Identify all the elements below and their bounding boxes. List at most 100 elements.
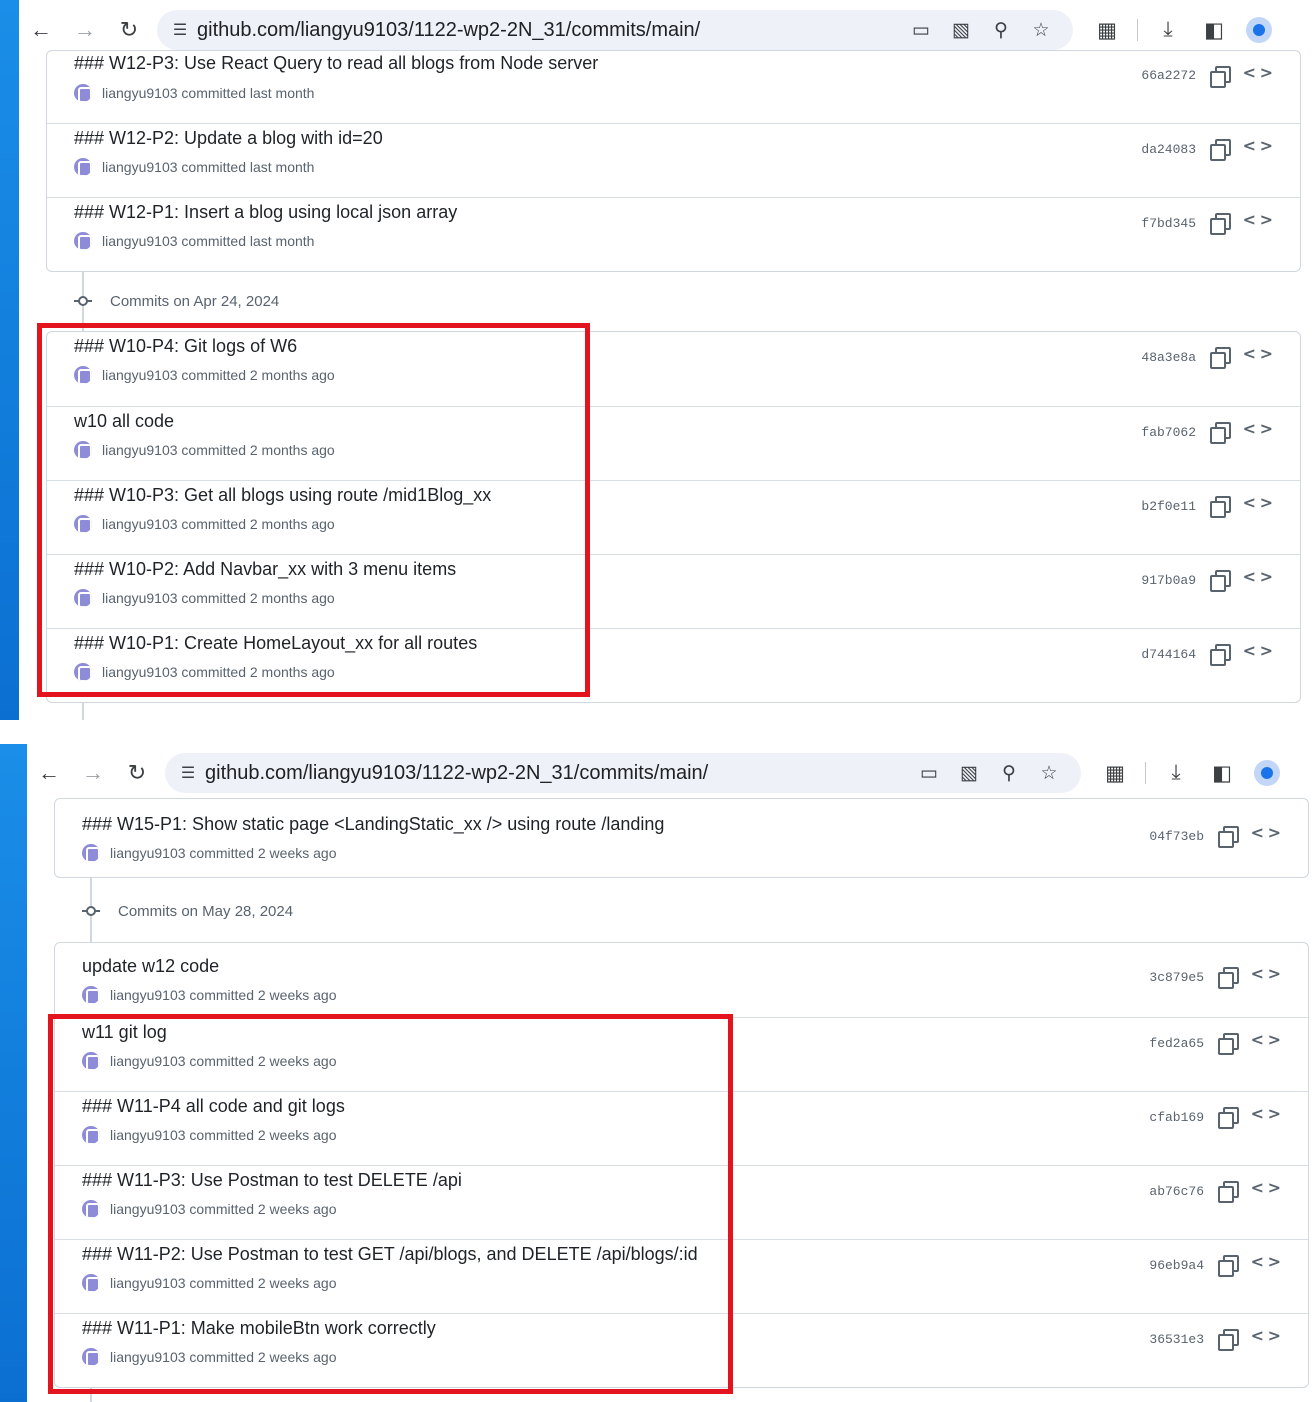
copy-icon[interactable]: [1208, 138, 1231, 161]
copy-icon[interactable]: [1208, 346, 1231, 369]
code-brackets-icon[interactable]: < >: [1243, 641, 1273, 660]
code-brackets-icon[interactable]: < >: [1243, 210, 1273, 229]
address-bar[interactable]: ☰ github.com/liangyu9103/1122-wp2-2N_31/…: [157, 10, 1073, 50]
commit-time: committed last month: [181, 159, 315, 175]
code-brackets-icon[interactable]: < >: [1251, 1030, 1281, 1049]
commit-sha[interactable]: d744164: [1141, 647, 1196, 662]
copy-icon[interactable]: [1216, 1032, 1239, 1055]
code-brackets-icon[interactable]: < >: [1243, 419, 1273, 438]
commit-meta: liangyu9103 committed last month: [74, 84, 314, 102]
highlight-box: [37, 323, 590, 697]
puzzle-icon[interactable]: ▦: [1085, 10, 1129, 50]
zoom-icon[interactable]: ⚲: [991, 755, 1027, 791]
commit-sha[interactable]: fab7062: [1141, 425, 1196, 440]
commit-title[interactable]: ### W12-P1: Insert a blog using local js…: [74, 202, 457, 223]
copy-icon[interactable]: [1216, 1254, 1239, 1277]
code-brackets-icon[interactable]: < >: [1243, 63, 1273, 82]
commit-author[interactable]: liangyu9103: [110, 845, 186, 861]
profile-icon[interactable]: [1246, 17, 1272, 43]
forward-icon[interactable]: →: [63, 10, 107, 50]
copy-icon[interactable]: [1216, 825, 1239, 848]
code-brackets-icon[interactable]: < >: [1243, 567, 1273, 586]
back-icon[interactable]: ←: [27, 753, 71, 793]
code-brackets-icon[interactable]: < >: [1251, 964, 1281, 983]
copy-icon[interactable]: [1216, 1328, 1239, 1351]
user-avatar-icon[interactable]: [74, 232, 92, 250]
translate-icon[interactable]: ▧: [943, 12, 979, 48]
install-app-icon[interactable]: ▭: [911, 755, 947, 791]
translate-icon[interactable]: ▧: [951, 755, 987, 791]
commit-sha[interactable]: ab76c76: [1149, 1184, 1204, 1199]
commit-title[interactable]: update w12 code: [82, 956, 219, 977]
commit-row[interactable]: update w12 code liangyu9103 committed 2 …: [55, 943, 1308, 1017]
commit-row[interactable]: ### W12-P1: Insert a blog using local js…: [47, 197, 1300, 271]
url-text[interactable]: github.com/liangyu9103/1122-wp2-2N_31/co…: [205, 762, 911, 785]
commit-row[interactable]: ### W15-P1: Show static page <LandingSta…: [55, 799, 1308, 877]
commit-sha[interactable]: b2f0e11: [1141, 499, 1196, 514]
download-icon[interactable]: ⤓: [1146, 10, 1190, 50]
site-info-icon[interactable]: ☰: [163, 10, 197, 50]
user-avatar-icon[interactable]: [74, 158, 92, 176]
commit-sha[interactable]: 04f73eb: [1149, 829, 1204, 844]
side-panel-icon[interactable]: ◧: [1200, 753, 1244, 793]
user-avatar-icon[interactable]: [74, 84, 92, 102]
code-brackets-icon[interactable]: < >: [1251, 1178, 1281, 1197]
commit-sha[interactable]: 96eb9a4: [1149, 1258, 1204, 1273]
code-brackets-icon[interactable]: < >: [1251, 1104, 1281, 1123]
commit-time: committed last month: [181, 85, 315, 101]
download-icon[interactable]: ⤓: [1154, 753, 1198, 793]
commit-sha[interactable]: 36531e3: [1149, 1332, 1204, 1347]
commit-author[interactable]: liangyu9103: [102, 233, 178, 249]
commit-group: ### W15-P1: Show static page <LandingSta…: [54, 798, 1309, 878]
commit-author[interactable]: liangyu9103: [110, 987, 186, 1003]
code-brackets-icon[interactable]: < >: [1251, 823, 1281, 842]
copy-icon[interactable]: [1208, 569, 1231, 592]
forward-icon[interactable]: →: [71, 753, 115, 793]
profile-icon[interactable]: [1254, 760, 1280, 786]
commit-title[interactable]: ### W15-P1: Show static page <LandingSta…: [82, 814, 664, 835]
commit-sha[interactable]: 66a2272: [1141, 68, 1196, 83]
copy-icon[interactable]: [1208, 643, 1231, 666]
site-info-icon[interactable]: ☰: [171, 753, 205, 793]
side-panel-icon[interactable]: ◧: [1192, 10, 1236, 50]
back-icon[interactable]: ←: [19, 10, 63, 50]
url-text[interactable]: github.com/liangyu9103/1122-wp2-2N_31/co…: [197, 19, 903, 42]
commit-sha[interactable]: f7bd345: [1141, 216, 1196, 231]
commit-row[interactable]: ### W12-P3: Use React Query to read all …: [47, 51, 1300, 123]
reload-icon[interactable]: ↻: [115, 753, 159, 793]
user-avatar-icon[interactable]: [82, 844, 100, 862]
commit-sha[interactable]: 48a3e8a: [1141, 350, 1196, 365]
copy-icon[interactable]: [1216, 966, 1239, 989]
git-commit-icon: [82, 902, 100, 920]
commit-author[interactable]: liangyu9103: [102, 85, 178, 101]
star-icon[interactable]: ☆: [1023, 12, 1059, 48]
code-brackets-icon[interactable]: < >: [1243, 136, 1273, 155]
copy-icon[interactable]: [1216, 1180, 1239, 1203]
commit-sha[interactable]: da24083: [1141, 142, 1196, 157]
zoom-icon[interactable]: ⚲: [983, 12, 1019, 48]
commit-title[interactable]: ### W12-P3: Use React Query to read all …: [74, 53, 598, 74]
commit-author[interactable]: liangyu9103: [102, 159, 178, 175]
address-bar[interactable]: ☰ github.com/liangyu9103/1122-wp2-2N_31/…: [165, 753, 1081, 793]
star-icon[interactable]: ☆: [1031, 755, 1067, 791]
commit-time: committed last month: [181, 233, 315, 249]
commit-row[interactable]: ### W12-P2: Update a blog with id=20 lia…: [47, 123, 1300, 197]
commit-sha[interactable]: cfab169: [1149, 1110, 1204, 1125]
copy-icon[interactable]: [1208, 421, 1231, 444]
puzzle-icon[interactable]: ▦: [1093, 753, 1137, 793]
code-brackets-icon[interactable]: < >: [1251, 1252, 1281, 1271]
commit-sha[interactable]: 3c879e5: [1149, 970, 1204, 985]
code-brackets-icon[interactable]: < >: [1243, 344, 1273, 363]
install-app-icon[interactable]: ▭: [903, 12, 939, 48]
commit-sha[interactable]: 917b0a9: [1141, 573, 1196, 588]
copy-icon[interactable]: [1208, 212, 1231, 235]
copy-icon[interactable]: [1208, 65, 1231, 88]
commit-title[interactable]: ### W12-P2: Update a blog with id=20: [74, 128, 383, 149]
reload-icon[interactable]: ↻: [107, 10, 151, 50]
copy-icon[interactable]: [1216, 1106, 1239, 1129]
code-brackets-icon[interactable]: < >: [1251, 1326, 1281, 1345]
code-brackets-icon[interactable]: < >: [1243, 493, 1273, 512]
copy-icon[interactable]: [1208, 495, 1231, 518]
commit-sha[interactable]: fed2a65: [1149, 1036, 1204, 1051]
user-avatar-icon[interactable]: [82, 986, 100, 1004]
